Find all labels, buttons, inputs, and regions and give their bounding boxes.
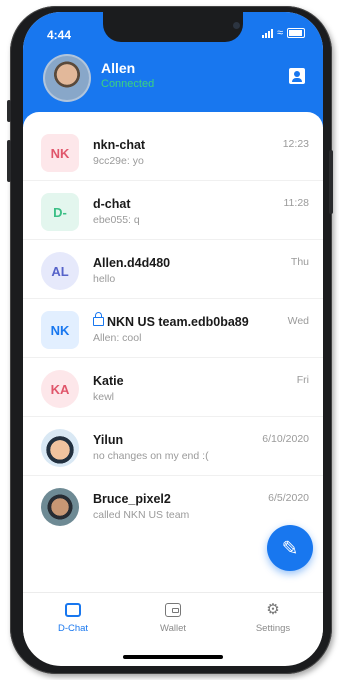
conversation-row[interactable]: Yilun no changes on my end :( 6/10/2020: [23, 417, 323, 476]
user-avatar[interactable]: [43, 54, 91, 102]
contacts-icon[interactable]: [289, 68, 305, 84]
conversation-title: Allen.d4d480: [93, 256, 171, 270]
conversation-preview: kewl: [93, 391, 115, 403]
tab-label: Settings: [255, 623, 291, 634]
power-button: [329, 150, 333, 214]
app-screen: 4:44 ≈ Allen Connected NK nkn-chat 9cc29…: [23, 12, 323, 666]
conversation-avatar: [41, 488, 79, 526]
conversation-time: 12:23: [282, 138, 309, 150]
chat-icon: [65, 603, 81, 617]
notch: [103, 12, 243, 42]
tab-d-chat[interactable]: D-Chat: [33, 603, 113, 634]
conversation-row[interactable]: AL Allen.d4d480 hello Thu: [23, 240, 323, 299]
conversation-title: d-chat: [93, 197, 131, 211]
conversation-preview: ebe055: q: [93, 214, 140, 226]
conversation-time: 11:28: [283, 197, 310, 209]
compose-button[interactable]: ✎: [267, 525, 313, 571]
signal-icon: [261, 28, 273, 38]
app-header: 4:44 ≈ Allen Connected: [23, 12, 323, 127]
conversation-row[interactable]: NK nkn-chat 9cc29e: yo 12:23: [23, 122, 323, 181]
conversation-row[interactable]: D- d-chat ebe055: q 11:28: [23, 181, 323, 240]
conversation-preview: Allen: cool: [93, 332, 142, 344]
lock-icon: [93, 312, 104, 326]
conversation-avatar: D-: [41, 193, 79, 231]
conversation-time: Wed: [287, 315, 309, 327]
conversation-time: Thu: [290, 256, 309, 268]
conversation-avatar: AL: [41, 252, 79, 290]
tab-label: Wallet: [159, 623, 187, 634]
connection-status: Connected: [101, 78, 155, 90]
status-time: 4:44: [47, 28, 72, 42]
volume-button: [7, 100, 11, 122]
camera: [233, 22, 240, 29]
conversation-time: 6/10/2020: [262, 433, 309, 445]
conversation-avatar: NK: [41, 134, 79, 172]
home-indicator: [123, 655, 223, 659]
conversation-row[interactable]: NK NKN US team.edb0ba89 Allen: cool Wed: [23, 299, 323, 358]
conversation-time: 6/5/2020: [268, 492, 309, 504]
conversation-list: NK nkn-chat 9cc29e: yo 12:23 D- d-chat e…: [23, 112, 323, 592]
conversation-preview: hello: [93, 273, 116, 285]
conversation-title-text: NKN US team.edb0ba89: [107, 315, 249, 329]
conversation-title: NKN US team.edb0ba89: [93, 312, 249, 329]
conversation-row[interactable]: KA Katie kewl Fri: [23, 358, 323, 417]
user-name: Allen: [101, 60, 136, 76]
conversation-time: Fri: [296, 374, 309, 386]
conversation-title: Bruce_pixel2: [93, 492, 171, 506]
conversation-avatar: [41, 429, 79, 467]
volume-button: [7, 140, 11, 182]
tab-wallet[interactable]: Wallet: [133, 603, 213, 634]
conversation-preview: no changes on my end :(: [93, 450, 209, 462]
pencil-icon: ✎: [281, 537, 299, 560]
wallet-icon: [165, 603, 181, 617]
conversation-title: nkn-chat: [93, 138, 146, 152]
tab-settings[interactable]: ⚙ Settings: [233, 601, 313, 634]
conversation-preview: called NKN US team: [93, 509, 190, 521]
status-icons: ≈: [261, 27, 305, 39]
wifi-icon: ≈: [276, 27, 283, 39]
battery-icon: [287, 28, 305, 38]
conversation-preview: 9cc29e: yo: [93, 155, 144, 167]
gear-icon: ⚙: [266, 601, 280, 618]
conversation-avatar: KA: [41, 370, 79, 408]
tab-bar: D-Chat Wallet ⚙ Settings: [23, 592, 323, 649]
conversation-title: Yilun: [93, 433, 124, 447]
conversation-title: Katie: [93, 374, 124, 388]
tab-label: D-Chat: [57, 623, 89, 634]
conversation-avatar: NK: [41, 311, 79, 349]
conversation-row[interactable]: Bruce_pixel2 called NKN US team 6/5/2020: [23, 476, 323, 534]
